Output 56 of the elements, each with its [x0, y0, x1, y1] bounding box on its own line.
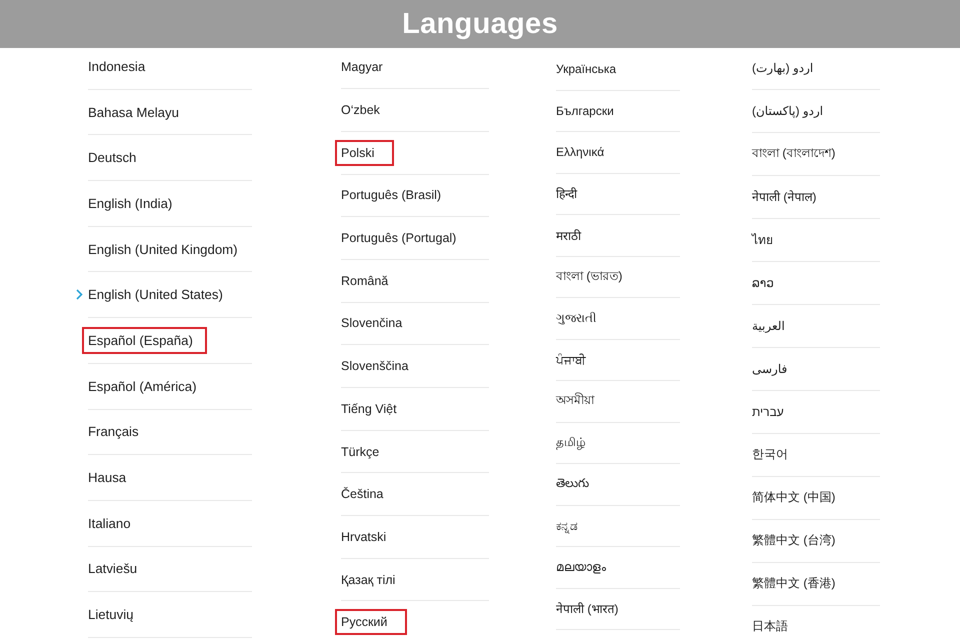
- language-option[interactable]: עברית: [752, 404, 784, 420]
- language-option[interactable]: 简体中文 (中国): [752, 488, 836, 507]
- language-option[interactable]: اردو (پاکستان): [752, 102, 824, 118]
- language-option[interactable]: Latviešu: [88, 560, 138, 578]
- language-option[interactable]: English (India): [88, 194, 172, 212]
- language-option[interactable]: অসমীয়া: [556, 390, 594, 412]
- page-title: Languages: [402, 8, 558, 40]
- language-option[interactable]: Slovenščina: [341, 358, 408, 374]
- language-option[interactable]: O‘zbek: [341, 102, 380, 118]
- language-option[interactable]: العربية: [752, 318, 785, 334]
- language-option[interactable]: मराठी: [556, 226, 581, 245]
- language-option[interactable]: Português (Brasil): [341, 187, 442, 204]
- language-option[interactable]: 日本語: [752, 617, 788, 636]
- language-option[interactable]: తెలుగు: [556, 474, 589, 494]
- language-option[interactable]: Indonesia: [88, 58, 146, 75]
- language-option[interactable]: Magyar: [341, 59, 383, 76]
- language-option[interactable]: 한국어: [752, 445, 788, 464]
- language-option[interactable]: Español (América): [88, 378, 196, 395]
- language-option[interactable]: اردو (بھارت): [752, 60, 814, 76]
- language-option[interactable]: ਪੰਜਾਬੀ: [556, 352, 586, 368]
- language-option[interactable]: فارسی: [752, 360, 788, 376]
- language-option[interactable]: 繁體中文 (台湾): [752, 531, 836, 550]
- language-option[interactable]: বাংলা (বাংলাদেশ): [752, 142, 836, 164]
- language-option[interactable]: नेपाली (भारत): [556, 599, 618, 618]
- language-option[interactable]: ไทย: [752, 229, 773, 250]
- language-option[interactable]: Português (Portugal): [341, 230, 456, 246]
- language-option[interactable]: தமிழ்: [556, 434, 586, 452]
- language-option[interactable]: English (United Kingdom): [88, 240, 238, 258]
- language-option[interactable]: Deutsch: [88, 149, 136, 166]
- language-option[interactable]: ລາວ: [752, 274, 774, 290]
- language-option[interactable]: Русский: [335, 609, 408, 636]
- language-option[interactable]: বাংলা (ভারত): [556, 266, 622, 288]
- language-option[interactable]: Lietuvių: [88, 606, 134, 624]
- language-option[interactable]: Français: [88, 423, 139, 440]
- language-option[interactable]: Български: [556, 102, 614, 119]
- language-option[interactable]: Hausa: [88, 469, 126, 486]
- language-option[interactable]: Қазақ тілі: [341, 572, 396, 588]
- language-option[interactable]: नेपाली (नेपाल): [752, 187, 816, 206]
- language-option[interactable]: Türkçe: [341, 444, 380, 460]
- language-option[interactable]: 繁體中文 (香港): [752, 574, 836, 593]
- language-option[interactable]: Українська: [556, 61, 616, 78]
- language-option[interactable]: Română: [341, 272, 388, 289]
- language-option[interactable]: Čeština: [341, 486, 384, 502]
- language-option[interactable]: Español (España): [82, 326, 207, 354]
- language-option[interactable]: ಕನ್ನಡ: [556, 518, 578, 534]
- language-option[interactable]: മലയാളം: [556, 559, 606, 576]
- language-option[interactable]: ગુજરાતી: [556, 310, 596, 326]
- language-option[interactable]: Slovenčina: [341, 315, 402, 332]
- language-option[interactable]: हिन्दी: [556, 184, 577, 204]
- language-option[interactable]: Tiếng Việt: [341, 400, 397, 417]
- language-option[interactable]: Hrvatski: [341, 528, 386, 545]
- language-option[interactable]: Bahasa Melayu: [88, 104, 179, 121]
- language-option[interactable]: Ελληνικά: [556, 144, 604, 160]
- language-option[interactable]: English (United States): [88, 286, 223, 304]
- language-option[interactable]: Polski: [335, 140, 394, 166]
- language-option[interactable]: Italiano: [88, 514, 131, 532]
